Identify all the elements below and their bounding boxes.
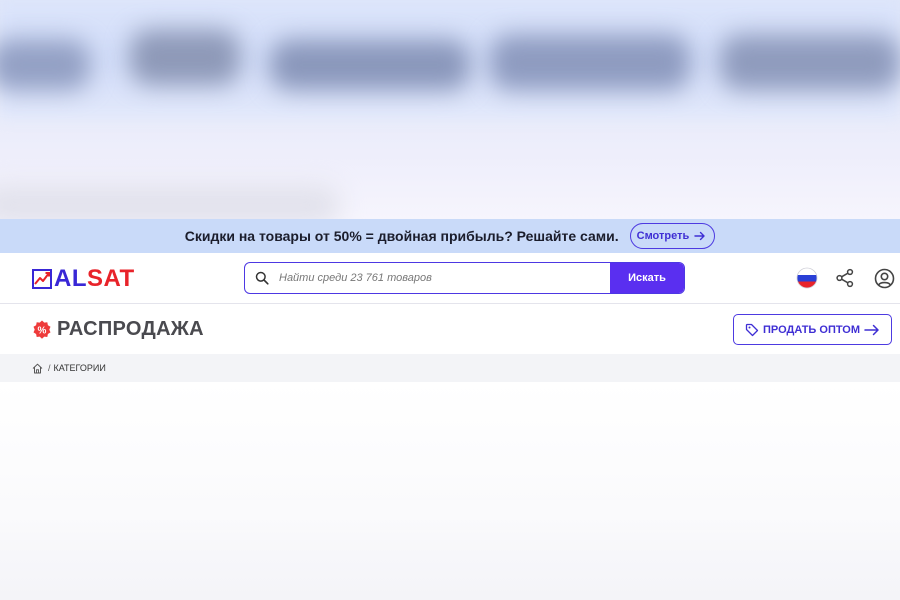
user-icon[interactable]	[873, 267, 895, 289]
blurred-shape	[720, 35, 900, 90]
breadcrumb: / КАТЕГОРИИ	[0, 354, 900, 382]
blurred-shape	[130, 30, 240, 85]
promo-view-button[interactable]: Смотреть	[629, 223, 716, 249]
breadcrumb-separator: /	[48, 363, 51, 373]
sale-badge-symbol: %	[38, 325, 47, 336]
search-icon	[245, 263, 279, 293]
promo-text: Скидки на товары от 50% = двойная прибыл…	[184, 228, 619, 244]
search-button[interactable]: Искать	[610, 263, 684, 293]
arrow-right-icon	[694, 231, 705, 241]
blurred-shape	[0, 40, 90, 90]
content-area	[0, 382, 900, 600]
share-icon[interactable]	[834, 267, 856, 289]
search-bar: Искать	[244, 262, 685, 294]
page-title-bar: % РАСПРОДАЖА ПРОДАТЬ ОПТОМ	[0, 305, 900, 354]
page-title: РАСПРОДАЖА	[57, 318, 204, 340]
site-header: ALSAT Искать	[0, 253, 900, 304]
arrow-right-icon	[864, 324, 879, 335]
promo-view-label: Смотреть	[636, 230, 690, 242]
sell-wholesale-button[interactable]: ПРОДАТЬ ОПТОМ	[733, 314, 892, 345]
home-icon[interactable]	[32, 363, 43, 374]
search-input[interactable]	[279, 263, 610, 293]
blurred-shape	[270, 40, 470, 90]
blurred-shape	[0, 185, 340, 220]
logo-text-sat: SAT	[87, 265, 135, 292]
site-logo[interactable]: AL SAT	[32, 265, 135, 292]
page-title-group: % РАСПРОДАЖА	[32, 318, 204, 341]
price-tag-icon	[745, 323, 759, 336]
logo-text-al: AL	[54, 265, 87, 292]
breadcrumb-categories[interactable]: КАТЕГОРИИ	[54, 363, 106, 373]
blurred-hero-banner	[0, 0, 900, 220]
chart-logo-icon	[32, 269, 52, 289]
blurred-shape	[490, 35, 690, 90]
sell-wholesale-label: ПРОДАТЬ ОПТОМ	[762, 323, 861, 336]
sale-badge-icon: %	[33, 320, 51, 339]
promo-banner: Скидки на товары от 50% = двойная прибыл…	[0, 219, 900, 253]
flag-russia-icon[interactable]	[796, 267, 818, 289]
